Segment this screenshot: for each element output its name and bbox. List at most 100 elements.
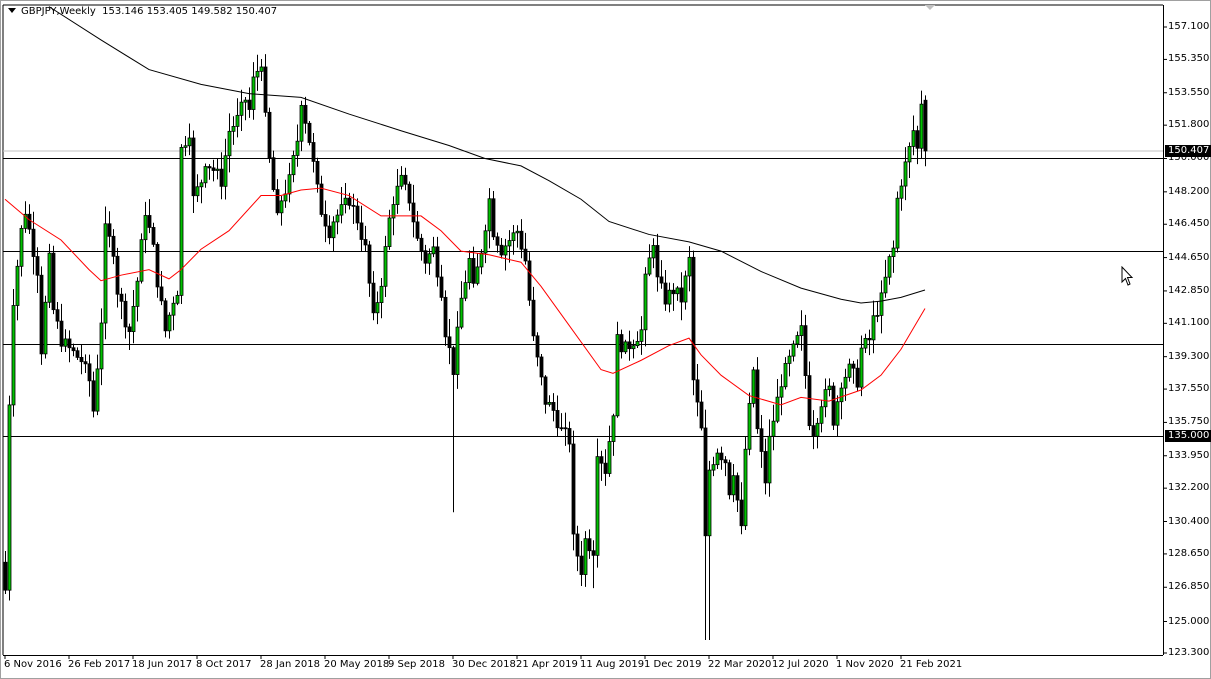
bull-candle — [632, 346, 635, 349]
bull-candle — [484, 231, 487, 253]
bear-candle — [496, 237, 499, 245]
bull-candle — [184, 146, 187, 148]
bull-candle — [456, 327, 459, 374]
bull-candle — [340, 205, 343, 215]
bear-candle — [56, 310, 59, 321]
bull-candle — [504, 246, 507, 255]
bull-candle — [236, 115, 239, 126]
bear-candle — [572, 444, 575, 534]
bull-candle — [140, 240, 143, 282]
bull-candle — [708, 470, 711, 536]
time-tick-label: 28 Jan 2018 — [260, 659, 320, 670]
bear-candle — [40, 275, 43, 354]
bear-candle — [600, 457, 603, 464]
bull-candle — [516, 231, 519, 233]
bear-candle — [472, 258, 475, 283]
bull-candle — [548, 402, 551, 404]
bear-candle — [424, 251, 427, 263]
bear-candle — [348, 198, 351, 205]
dropdown-triangle-icon[interactable] — [8, 8, 16, 13]
bull-candle — [648, 258, 651, 274]
bull-candle — [16, 266, 19, 305]
price-tick-label: 153.550 — [1168, 87, 1209, 99]
bear-candle — [208, 167, 211, 168]
bull-candle — [20, 228, 23, 266]
bear-candle — [756, 370, 759, 429]
bear-candle — [440, 277, 443, 297]
bull-candle — [776, 397, 779, 421]
bear-candle — [436, 247, 439, 277]
bull-candle — [260, 67, 263, 71]
bull-candle — [232, 126, 235, 131]
bull-candle — [476, 267, 479, 283]
bear-candle — [500, 245, 503, 255]
bull-candle — [100, 323, 103, 369]
bull-candle — [96, 369, 99, 411]
time-tick-label: 12 Jul 2020 — [772, 659, 829, 670]
bear-candle — [552, 402, 555, 410]
bear-candle — [524, 249, 527, 261]
bear-candle — [364, 239, 367, 244]
bull-candle — [784, 363, 787, 386]
bear-candle — [80, 357, 83, 361]
bull-candle — [396, 186, 399, 204]
bull-candle — [400, 175, 403, 186]
bull-candle — [344, 198, 347, 204]
bear-candle — [120, 294, 123, 301]
bull-candle — [196, 187, 199, 196]
highlighted-price-label: 135.000 — [1165, 430, 1211, 442]
bull-candle — [716, 453, 719, 465]
bear-candle — [704, 428, 707, 536]
chart-header: GBPJPY,Weekly 153.146 153.405 149.582 15… — [8, 6, 277, 17]
price-tick-label: 144.650 — [1168, 252, 1209, 264]
chart-canvas[interactable] — [0, 0, 1211, 679]
bear-candle — [72, 348, 75, 351]
bear-candle — [580, 556, 583, 574]
bear-candle — [92, 381, 95, 411]
bear-candle — [700, 402, 703, 428]
bear-candle — [156, 244, 159, 287]
bear-candle — [812, 426, 815, 437]
bull-candle — [652, 245, 655, 257]
bear-candle — [672, 290, 675, 293]
bull-candle — [684, 276, 687, 302]
bear-candle — [304, 105, 307, 123]
bear-candle — [736, 476, 739, 500]
bear-candle — [568, 428, 571, 444]
bear-candle — [164, 301, 167, 331]
bear-candle — [324, 214, 327, 226]
bear-candle — [764, 451, 767, 482]
bear-candle — [680, 288, 683, 302]
highlighted-price-label: 150.407 — [1165, 145, 1211, 157]
bull-candle — [64, 339, 67, 346]
bear-candle — [268, 112, 271, 157]
bull-candle — [780, 387, 783, 397]
bear-candle — [264, 67, 267, 112]
bull-candle — [584, 539, 587, 575]
price-tick-label: 148.200 — [1168, 186, 1209, 198]
bull-candle — [732, 476, 735, 495]
bull-candle — [876, 315, 879, 316]
bear-candle — [452, 348, 455, 375]
bear-candle — [404, 175, 407, 184]
bull-candle — [244, 100, 247, 102]
bull-candle — [892, 248, 895, 257]
bear-candle — [312, 142, 315, 161]
time-tick-label: 18 Jun 2017 — [132, 659, 192, 670]
bull-candle — [172, 303, 175, 315]
bull-candle — [204, 167, 207, 183]
bull-candle — [772, 421, 775, 436]
bear-candle — [696, 380, 699, 402]
bull-candle — [836, 402, 839, 426]
bear-candle — [36, 257, 39, 276]
bear-candle — [220, 169, 223, 186]
bear-candle — [664, 283, 667, 304]
bear-candle — [124, 301, 127, 327]
bull-candle — [752, 370, 755, 403]
bear-candle — [420, 238, 423, 250]
bull-candle — [848, 364, 851, 377]
time-tick-label: 26 Feb 2017 — [68, 659, 130, 670]
bear-candle — [740, 500, 743, 526]
time-tick-label: 1 Dec 2019 — [644, 659, 702, 670]
bull-candle — [816, 423, 819, 436]
